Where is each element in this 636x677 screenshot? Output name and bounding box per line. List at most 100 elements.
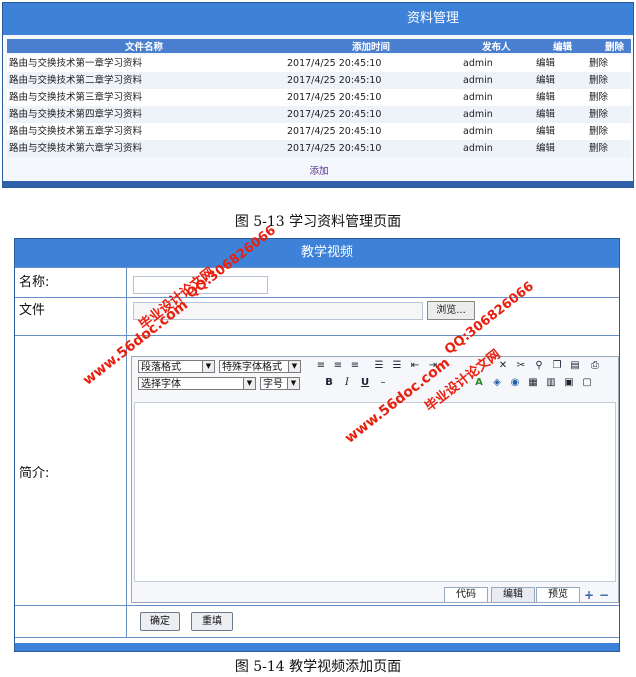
edit-link[interactable]: 编辑 xyxy=(536,55,555,72)
file-path-input[interactable] xyxy=(133,302,423,320)
confirm-button[interactable]: 确定 xyxy=(140,612,180,631)
col-file-name: 文件名称 xyxy=(125,42,164,53)
button-row-label-cell xyxy=(15,606,127,638)
add-link[interactable]: 添加 xyxy=(7,163,631,181)
remove-format-icon[interactable]: ✕ xyxy=(496,359,510,373)
edit-link[interactable]: 编辑 xyxy=(536,89,555,106)
align-right-icon[interactable]: ≡ xyxy=(348,359,362,373)
table-icon[interactable]: ▥ xyxy=(544,376,558,390)
cell-file-name: 路由与交换技术第五章学习资料 xyxy=(9,126,143,137)
delete-link[interactable]: 删除 xyxy=(589,106,608,123)
cell-publisher: admin xyxy=(463,143,493,154)
chevron-down-icon: ▼ xyxy=(202,361,214,372)
name-label: 名称: xyxy=(15,268,127,298)
underline-icon[interactable]: U xyxy=(358,376,372,390)
font-family-value: 选择字体 xyxy=(141,379,181,390)
outdent-icon[interactable]: ⇤ xyxy=(408,359,422,373)
panel-title: 资料管理 xyxy=(3,3,633,35)
flash-icon[interactable]: ▣ xyxy=(562,376,576,390)
cell-file-name: 路由与交换技术第一章学习资料 xyxy=(9,58,143,69)
source-code-icon[interactable]: ▢ xyxy=(580,376,594,390)
form-title: 教学视频 xyxy=(15,239,619,267)
plus-icon[interactable]: + xyxy=(584,588,594,602)
col-edit: 编辑 xyxy=(553,42,573,53)
find-icon[interactable]: ⚲ xyxy=(532,359,546,373)
table-row: 路由与交换技术第二章学习资料 2017/4/25 20:45:10 admin … xyxy=(7,72,631,89)
form-bottom-bar xyxy=(15,643,619,651)
edit-link[interactable]: 编辑 xyxy=(536,140,555,157)
cell-file-name: 路由与交换技术第四章学习资料 xyxy=(9,109,143,120)
file-label: 文件 xyxy=(15,298,127,336)
special-format-value: 特殊字体格式 xyxy=(222,362,282,373)
cell-file-name: 路由与交换技术第六章学习资料 xyxy=(9,143,143,154)
browse-button[interactable]: 浏览... xyxy=(427,301,475,320)
edit-link[interactable]: 编辑 xyxy=(536,72,555,89)
delete-link[interactable]: 删除 xyxy=(589,55,608,72)
minus-icon[interactable]: − xyxy=(599,588,609,602)
paragraph-format-value: 段落格式 xyxy=(141,362,181,373)
font-color-icon[interactable]: A xyxy=(472,376,486,390)
copy-icon[interactable]: ❐ xyxy=(550,359,564,373)
cell-publisher: admin xyxy=(463,109,493,120)
indent-icon[interactable]: ⇥ xyxy=(426,359,440,373)
italic-icon[interactable]: I xyxy=(340,376,354,390)
table-row: 路由与交换技术第六章学习资料 2017/4/25 20:45:10 admin … xyxy=(7,140,631,157)
video-add-form: 教学视频 名称: 文件 浏览... 简介: 段落格式 ▼ 特殊字体格式 ▼ ≡ ≡ … xyxy=(14,238,620,652)
table-body: 路由与交换技术第一章学习资料 2017/4/25 20:45:10 admin … xyxy=(7,55,631,157)
cell-add-time: 2017/4/25 20:45:10 xyxy=(287,75,382,86)
delete-link[interactable]: 删除 xyxy=(589,89,608,106)
name-input[interactable] xyxy=(133,276,268,294)
bullet-list-icon[interactable]: ☰ xyxy=(372,359,386,373)
cell-publisher: admin xyxy=(463,126,493,137)
align-left-icon[interactable]: ≡ xyxy=(314,359,328,373)
cell-publisher: admin xyxy=(463,75,493,86)
paste-icon[interactable]: ▤ xyxy=(568,359,582,373)
special-format-select[interactable]: 特殊字体格式 ▼ xyxy=(219,360,301,373)
panel-bottom-bar xyxy=(3,181,633,187)
image-icon[interactable]: ▦ xyxy=(526,376,540,390)
link-icon[interactable]: ◉ xyxy=(508,376,522,390)
table-row: 路由与交换技术第四章学习资料 2017/4/25 20:45:10 admin … xyxy=(7,106,631,123)
bold-icon[interactable]: B xyxy=(322,376,336,390)
resource-management-panel: 资料管理 文件名称 添加时间 发布人 编辑 删除 路由与交换技术第一章学习资料 … xyxy=(2,2,634,188)
col-publisher: 发布人 xyxy=(482,42,511,53)
col-delete: 删除 xyxy=(605,42,625,53)
tab-edit[interactable]: 编辑 xyxy=(491,587,535,603)
delete-link[interactable]: 删除 xyxy=(589,72,608,89)
table-row: 路由与交换技术第一章学习资料 2017/4/25 20:45:10 admin … xyxy=(7,55,631,72)
edit-link[interactable]: 编辑 xyxy=(536,123,555,140)
font-size-value: 字号 xyxy=(263,379,283,390)
numbered-list-icon[interactable]: ☰ xyxy=(390,359,404,373)
col-add-time: 添加时间 xyxy=(352,42,391,53)
reset-button[interactable]: 重填 xyxy=(191,612,233,631)
cell-add-time: 2017/4/25 20:45:10 xyxy=(287,143,382,154)
cell-publisher: admin xyxy=(463,58,493,69)
name-row: 名称: xyxy=(15,267,619,298)
strikethrough-icon[interactable]: – xyxy=(376,376,390,390)
tab-code[interactable]: 代码 xyxy=(444,587,488,603)
tab-preview[interactable]: 预览 xyxy=(536,587,580,603)
font-size-select[interactable]: 字号 ▼ xyxy=(260,377,300,390)
rich-text-editor: 段落格式 ▼ 特殊字体格式 ▼ ≡ ≡ ≡ ☰ ☰ ⇤ ⇥ ✕ ✂ ⚲ ❐ ▤ ⎙ … xyxy=(131,356,619,603)
edit-link[interactable]: 编辑 xyxy=(536,106,555,123)
intro-row: 简介: 段落格式 ▼ 特殊字体格式 ▼ ≡ ≡ ≡ ☰ ☰ ⇤ ⇥ ✕ ✂ ⚲ ❐ … xyxy=(15,335,619,606)
align-center-icon[interactable]: ≡ xyxy=(331,359,345,373)
cell-file-name: 路由与交换技术第二章学习资料 xyxy=(9,75,143,86)
table-row: 路由与交换技术第三章学习资料 2017/4/25 20:45:10 admin … xyxy=(7,89,631,106)
paragraph-format-select[interactable]: 段落格式 ▼ xyxy=(138,360,215,373)
editor-content-area[interactable] xyxy=(134,402,616,582)
cell-add-time: 2017/4/25 20:45:10 xyxy=(287,126,382,137)
table-row: 路由与交换技术第五章学习资料 2017/4/25 20:45:10 admin … xyxy=(7,123,631,140)
cell-add-time: 2017/4/25 20:45:10 xyxy=(287,92,382,103)
cell-add-time: 2017/4/25 20:45:10 xyxy=(287,109,382,120)
file-row: 文件 浏览... xyxy=(15,297,619,336)
highlight-icon[interactable]: ◈ xyxy=(490,376,504,390)
cut-icon[interactable]: ✂ xyxy=(514,359,528,373)
font-family-select[interactable]: 选择字体 ▼ xyxy=(138,377,256,390)
cell-publisher: admin xyxy=(463,92,493,103)
chevron-down-icon: ▼ xyxy=(287,378,299,389)
delete-link[interactable]: 删除 xyxy=(589,123,608,140)
print-icon[interactable]: ⎙ xyxy=(588,359,602,373)
delete-link[interactable]: 删除 xyxy=(589,140,608,157)
figure-caption-2: 图 5-14 教学视频添加页面 xyxy=(234,659,402,675)
